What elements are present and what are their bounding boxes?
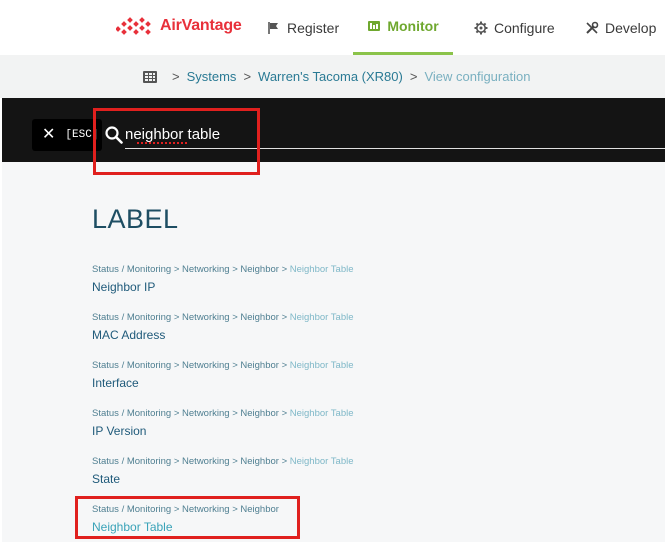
result-path-text: Status / Monitoring > Networking > Neigh… xyxy=(92,312,290,323)
top-navigation: AirVantage Register Monitor Configure De… xyxy=(0,0,665,55)
result-path-text: Status / Monitoring > Networking > Neigh… xyxy=(92,408,290,419)
result-item[interactable]: Status / Monitoring > Networking > Neigh… xyxy=(92,312,492,342)
nav-develop[interactable]: Develop xyxy=(585,0,656,55)
result-title[interactable]: IP Version xyxy=(92,424,492,438)
result-item[interactable]: Status / Monitoring > Networking > Neigh… xyxy=(92,360,492,390)
result-path-text: Status / Monitoring > Networking > Neigh… xyxy=(92,264,290,275)
nav-develop-label: Develop xyxy=(605,19,657,36)
result-path: Status / Monitoring > Networking > Neigh… xyxy=(92,456,492,468)
flag-icon xyxy=(268,21,278,34)
logo-mark-icon xyxy=(116,17,151,35)
result-item[interactable]: Status / Monitoring > Networking > Neigh… xyxy=(92,456,492,486)
close-icon: ✕ xyxy=(42,126,56,143)
result-path-last[interactable]: Neighbor Table xyxy=(290,408,354,419)
result-title[interactable]: Neighbor IP xyxy=(92,280,492,294)
result-path-last[interactable]: Neighbor Table xyxy=(290,456,354,467)
result-path-text: Status / Monitoring > Networking > Neigh… xyxy=(92,456,290,467)
result-title[interactable]: MAC Address xyxy=(92,328,492,342)
highlight-box-search xyxy=(93,108,260,175)
nav-configure[interactable]: Configure xyxy=(474,0,555,55)
close-search-button[interactable]: ✕ [ESC] xyxy=(32,119,102,151)
breadcrumb-systems[interactable]: Systems xyxy=(187,69,237,84)
result-path: Status / Monitoring > Networking > Neigh… xyxy=(92,360,492,372)
airvantage-logo[interactable]: AirVantage xyxy=(116,14,242,38)
breadcrumb-separator: > xyxy=(409,69,418,84)
result-path: Status / Monitoring > Networking > Neigh… xyxy=(92,264,492,276)
results-heading: LABEL xyxy=(92,204,179,234)
nav-register[interactable]: Register xyxy=(267,0,339,55)
systems-grid-icon[interactable] xyxy=(143,70,157,83)
nav-monitor-label: Monitor xyxy=(387,18,439,34)
result-path-text: Status / Monitoring > Networking > Neigh… xyxy=(92,360,290,371)
result-item[interactable]: Status / Monitoring > Networking > Neigh… xyxy=(92,408,492,438)
breadcrumb-separator: > xyxy=(243,69,252,84)
nav-register-label: Register xyxy=(287,19,340,36)
nav-monitor[interactable]: Monitor xyxy=(353,0,453,55)
breadcrumb-separator: > xyxy=(172,69,180,84)
nav-configure-label: Configure xyxy=(494,19,555,36)
dashboard-icon xyxy=(368,21,381,31)
result-path-last[interactable]: Neighbor Table xyxy=(290,360,354,371)
result-path: Status / Monitoring > Networking > Neigh… xyxy=(92,312,492,324)
gear-icon xyxy=(474,21,488,34)
result-title[interactable]: Interface xyxy=(92,376,492,390)
breadcrumb-current: View configuration xyxy=(424,69,531,84)
highlight-box-result xyxy=(75,496,300,539)
search-results: LABEL Status / Monitoring > Networking >… xyxy=(2,162,665,542)
result-path: Status / Monitoring > Networking > Neigh… xyxy=(92,408,492,420)
result-item[interactable]: Status / Monitoring > Networking > Neigh… xyxy=(92,264,492,294)
breadcrumb-system[interactable]: Warren's Tacoma (XR80) xyxy=(258,69,403,84)
result-path-last[interactable]: Neighbor Table xyxy=(290,264,354,275)
brand-name: AirVantage xyxy=(160,17,242,34)
result-path-last[interactable]: Neighbor Table xyxy=(290,312,354,323)
result-title[interactable]: State xyxy=(92,472,492,486)
breadcrumb-bar: > Systems > Warren's Tacoma (XR80) > Vie… xyxy=(0,55,665,98)
breadcrumb: > Systems > Warren's Tacoma (XR80) > Vie… xyxy=(143,55,530,98)
tools-icon xyxy=(586,21,599,34)
